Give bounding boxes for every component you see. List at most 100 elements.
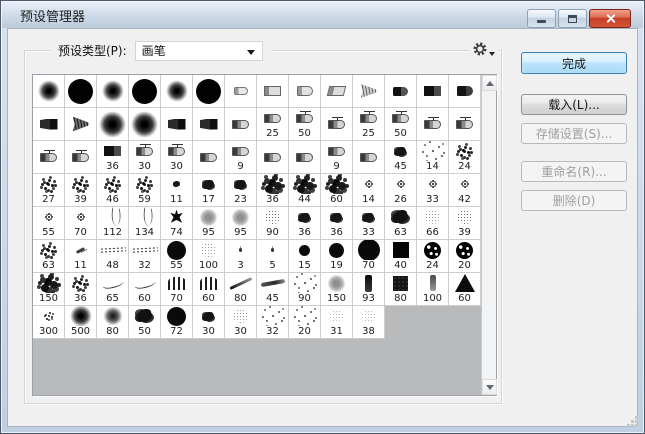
brush-cell[interactable]: 3 bbox=[225, 240, 257, 273]
brush-cell[interactable] bbox=[385, 75, 417, 108]
brush-cell[interactable] bbox=[33, 108, 65, 141]
scrollbar[interactable] bbox=[481, 75, 496, 395]
brush-cell[interactable]: 30 bbox=[225, 306, 257, 339]
brush-cell[interactable] bbox=[193, 108, 225, 141]
brush-cell[interactable] bbox=[193, 141, 225, 174]
brush-cell[interactable]: 30 bbox=[193, 306, 225, 339]
brush-cell[interactable] bbox=[65, 141, 97, 174]
brush-cell[interactable]: 9 bbox=[321, 141, 353, 174]
brush-cell[interactable]: 50 bbox=[129, 306, 161, 339]
preset-type-dropdown[interactable]: 画笔 bbox=[135, 41, 263, 61]
brush-cell[interactable]: 20 bbox=[449, 240, 481, 273]
brush-cell[interactable]: 59 bbox=[129, 174, 161, 207]
brush-cell[interactable]: 42 bbox=[449, 174, 481, 207]
brush-cell[interactable]: 30 bbox=[129, 141, 161, 174]
brush-cell[interactable]: 60 bbox=[129, 273, 161, 306]
brush-cell[interactable]: 74 bbox=[161, 207, 193, 240]
brush-cell[interactable]: 5 bbox=[257, 240, 289, 273]
brush-cell[interactable]: 55 bbox=[161, 240, 193, 273]
close-button[interactable] bbox=[589, 9, 631, 28]
brush-cell[interactable]: 11 bbox=[65, 240, 97, 273]
brush-cell[interactable]: 26 bbox=[385, 174, 417, 207]
brush-cell[interactable]: 150 bbox=[33, 273, 65, 306]
brush-cell[interactable]: 80 bbox=[225, 273, 257, 306]
brush-cell[interactable] bbox=[161, 75, 193, 108]
brush-cell[interactable]: 25 bbox=[353, 108, 385, 141]
brush-cell[interactable]: 39 bbox=[65, 174, 97, 207]
brush-cell[interactable]: 48 bbox=[97, 240, 129, 273]
brush-cell[interactable]: 66 bbox=[417, 207, 449, 240]
brush-cell[interactable] bbox=[225, 108, 257, 141]
brush-cell[interactable] bbox=[161, 108, 193, 141]
brush-cell[interactable] bbox=[129, 75, 161, 108]
brush-cell[interactable]: 36 bbox=[321, 207, 353, 240]
brush-cell[interactable] bbox=[65, 75, 97, 108]
brush-cell[interactable] bbox=[225, 75, 257, 108]
brush-cell[interactable]: 45 bbox=[385, 141, 417, 174]
brush-cell[interactable] bbox=[65, 108, 97, 141]
brush-cell[interactable] bbox=[417, 75, 449, 108]
brush-cell[interactable]: 100 bbox=[193, 240, 225, 273]
done-button[interactable]: 完成 bbox=[521, 52, 627, 74]
brush-cell[interactable]: 38 bbox=[353, 306, 385, 339]
brush-cell[interactable]: 14 bbox=[417, 141, 449, 174]
resize-grip[interactable] bbox=[631, 420, 634, 423]
brush-cell[interactable]: 90 bbox=[257, 207, 289, 240]
brush-cell[interactable] bbox=[33, 75, 65, 108]
brush-cell[interactable]: 63 bbox=[385, 207, 417, 240]
brush-cell[interactable]: 93 bbox=[353, 273, 385, 306]
brush-cell[interactable]: 150 bbox=[321, 273, 353, 306]
brush-cell[interactable]: 36 bbox=[65, 273, 97, 306]
scroll-down-button[interactable] bbox=[482, 379, 497, 395]
brush-cell[interactable]: 100 bbox=[417, 273, 449, 306]
brush-cell[interactable]: 19 bbox=[321, 240, 353, 273]
brush-cell[interactable] bbox=[321, 75, 353, 108]
brush-cell[interactable]: 80 bbox=[385, 273, 417, 306]
brush-cell[interactable] bbox=[449, 108, 481, 141]
scroll-up-button[interactable] bbox=[482, 75, 497, 91]
brush-cell[interactable] bbox=[97, 75, 129, 108]
brush-cell[interactable]: 134 bbox=[129, 207, 161, 240]
brush-cell[interactable]: 30 bbox=[161, 141, 193, 174]
maximize-button[interactable] bbox=[558, 9, 587, 28]
brush-cell[interactable]: 15 bbox=[289, 240, 321, 273]
brush-cell[interactable]: 112 bbox=[97, 207, 129, 240]
brush-cell[interactable] bbox=[97, 108, 129, 141]
brush-cell[interactable]: 50 bbox=[385, 108, 417, 141]
delete-button[interactable]: 删除(D) bbox=[521, 190, 627, 211]
brush-cell[interactable]: 70 bbox=[353, 240, 385, 273]
brush-cell[interactable]: 36 bbox=[97, 141, 129, 174]
brush-cell[interactable] bbox=[353, 75, 385, 108]
brush-cell[interactable]: 50 bbox=[289, 108, 321, 141]
brush-cell[interactable] bbox=[289, 141, 321, 174]
brush-cell[interactable]: 63 bbox=[33, 240, 65, 273]
brush-cell[interactable]: 72 bbox=[161, 306, 193, 339]
brush-cell[interactable]: 24 bbox=[417, 240, 449, 273]
brush-cell[interactable]: 33 bbox=[353, 207, 385, 240]
brush-cell[interactable]: 36 bbox=[257, 174, 289, 207]
brush-cell[interactable]: 60 bbox=[321, 174, 353, 207]
brush-cell[interactable]: 27 bbox=[33, 174, 65, 207]
brush-cell[interactable]: 17 bbox=[193, 174, 225, 207]
brush-cell[interactable]: 20 bbox=[289, 306, 321, 339]
brush-cell[interactable] bbox=[257, 75, 289, 108]
panel-menu-button[interactable] bbox=[469, 39, 498, 59]
brush-cell[interactable] bbox=[33, 141, 65, 174]
brush-cell[interactable]: 500 bbox=[65, 306, 97, 339]
brush-cell[interactable]: 95 bbox=[225, 207, 257, 240]
brush-cell[interactable]: 300 bbox=[33, 306, 65, 339]
brush-cell[interactable]: 90 bbox=[289, 273, 321, 306]
brush-cell[interactable]: 65 bbox=[97, 273, 129, 306]
brush-cell[interactable]: 44 bbox=[289, 174, 321, 207]
brush-cell[interactable] bbox=[193, 75, 225, 108]
brush-cell[interactable]: 36 bbox=[289, 207, 321, 240]
save-set-button[interactable]: 存储设置(S)... bbox=[521, 123, 627, 144]
brush-cell[interactable]: 55 bbox=[33, 207, 65, 240]
load-button[interactable]: 载入(L)... bbox=[521, 94, 627, 115]
brush-cell[interactable]: 39 bbox=[449, 207, 481, 240]
brush-cell[interactable]: 40 bbox=[385, 240, 417, 273]
rename-button[interactable]: 重命名(R)... bbox=[521, 161, 627, 182]
brush-cell[interactable]: 95 bbox=[193, 207, 225, 240]
brush-cell[interactable]: 24 bbox=[449, 141, 481, 174]
brush-cell[interactable]: 23 bbox=[225, 174, 257, 207]
